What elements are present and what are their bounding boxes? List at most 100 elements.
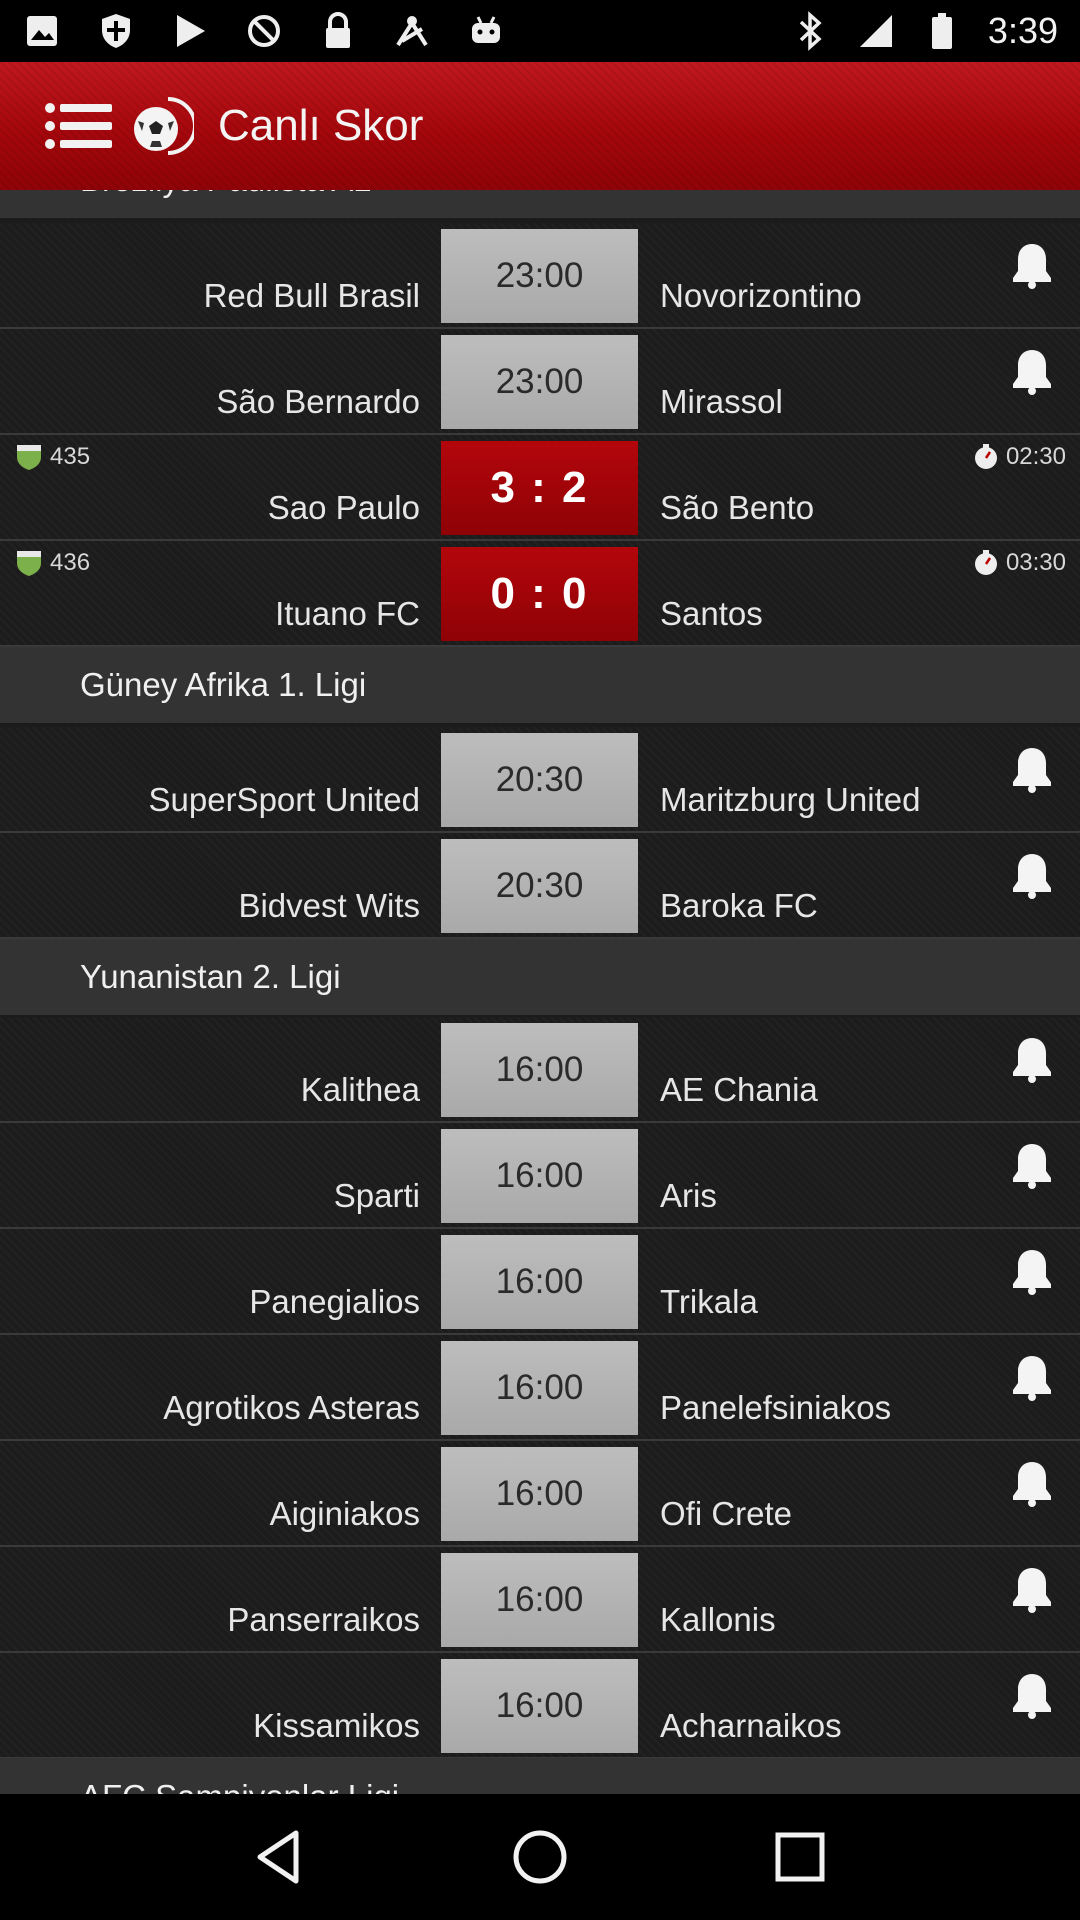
kickoff-time: 16:00 — [441, 1659, 638, 1753]
home-icon[interactable] — [495, 1812, 585, 1902]
away-team: Santos — [660, 595, 763, 632]
away-team: Maritzburg United — [660, 781, 921, 818]
bell-icon[interactable] — [1010, 241, 1054, 289]
league-header[interactable]: Güney Afrika 1. Ligi — [0, 647, 1080, 723]
match-row[interactable]: Bidvest Wits 20:30 Baroka FC — [0, 833, 1080, 939]
home-team: São Bernardo — [216, 383, 420, 420]
league-header[interactable]: AFC Şampiyonlar Ligi — [0, 1758, 1080, 1794]
home-team: Panegialios — [249, 1283, 420, 1320]
fax-icon — [392, 11, 432, 51]
league-badge-icon — [17, 551, 41, 576]
bell-icon[interactable] — [1010, 347, 1054, 395]
stopwatch-icon — [974, 550, 997, 575]
navigation-bar — [0, 1794, 1080, 1920]
kickoff-time: 16:00 — [441, 1129, 638, 1223]
recents-icon[interactable] — [755, 1812, 845, 1902]
match-row[interactable]: Panserraikos 16:00 Kallonis — [0, 1547, 1080, 1653]
home-team: Ituano FC — [275, 595, 420, 632]
match-row-live[interactable]: 436 03:30 Ituano FC 0 : 0 Santos — [0, 541, 1080, 647]
status-bar: 3:39 — [0, 0, 1080, 62]
app-bar: Canlı Skor — [0, 62, 1080, 190]
match-row[interactable]: São Bernardo 23:00 Mirassol — [0, 329, 1080, 435]
bell-icon[interactable] — [1010, 1247, 1054, 1295]
home-team: Kalithea — [300, 1071, 420, 1108]
league-title: Yunanistan 2. Ligi — [80, 958, 341, 995]
live-score: 3 : 2 — [441, 441, 638, 535]
match-row[interactable]: Sparti 16:00 Aris — [0, 1123, 1080, 1229]
match-row[interactable]: Kalithea 16:00 AE Chania — [0, 1017, 1080, 1123]
bell-icon[interactable] — [1010, 1035, 1054, 1083]
kickoff-time: 16:00 — [441, 1341, 638, 1435]
menu-icon[interactable] — [44, 96, 114, 156]
app-title: Canlı Skor — [218, 101, 424, 150]
match-minute: 02:30 — [972, 443, 1066, 471]
status-time: 3:39 — [987, 10, 1058, 51]
match-id: 436 — [14, 549, 90, 577]
battery-icon — [922, 11, 962, 51]
shield-icon — [96, 11, 136, 51]
play-store-icon — [170, 11, 210, 51]
home-team: Aiginiakos — [269, 1495, 420, 1532]
back-icon[interactable] — [235, 1812, 325, 1902]
away-team: São Bento — [660, 489, 815, 526]
home-team: Red Bull Brasil — [203, 277, 420, 314]
match-row[interactable]: Agrotikos Asteras 16:00 Panelefsiniakos — [0, 1335, 1080, 1441]
away-team: Kallonis — [660, 1601, 776, 1638]
away-team: Aris — [660, 1177, 717, 1214]
signal-icon — [856, 11, 896, 51]
bell-icon[interactable] — [1010, 1353, 1054, 1401]
bell-icon[interactable] — [1010, 851, 1054, 899]
bluetooth-icon — [790, 11, 830, 51]
league-header[interactable]: Brezilya Paulista A1 — [0, 190, 1080, 218]
match-row-live[interactable]: 435 02:30 Sao Paulo 3 : 2 São Bento — [0, 435, 1080, 541]
away-team: Ofi Crete — [660, 1495, 793, 1532]
league-title: Brezilya Paulista A1 — [80, 190, 372, 199]
match-row[interactable]: SuperSport United 20:30 Maritzburg Unite… — [0, 727, 1080, 833]
stopwatch-icon — [974, 444, 997, 469]
kickoff-time: 16:00 — [441, 1447, 638, 1541]
soccer-ball-icon — [128, 93, 197, 159]
home-team: Panserraikos — [227, 1601, 420, 1638]
bell-icon[interactable] — [1010, 1141, 1054, 1189]
match-id: 435 — [14, 443, 90, 471]
away-team: Baroka FC — [660, 887, 818, 924]
league-title: Güney Afrika 1. Ligi — [80, 666, 367, 703]
match-row[interactable]: Panegialios 16:00 Trikala — [0, 1229, 1080, 1335]
alarm-off-icon — [244, 11, 284, 51]
league-header[interactable]: Yunanistan 2. Ligi — [0, 939, 1080, 1015]
bell-icon[interactable] — [1010, 1459, 1054, 1507]
away-team: Panelefsiniakos — [660, 1389, 892, 1426]
kickoff-time: 20:30 — [441, 839, 638, 933]
image-icon — [22, 11, 62, 51]
away-team: Acharnaikos — [660, 1707, 842, 1744]
away-team: Mirassol — [660, 383, 783, 420]
kickoff-time: 23:00 — [441, 229, 638, 323]
home-team: Sao Paulo — [267, 489, 420, 526]
android-icon — [466, 11, 506, 51]
match-row[interactable]: Kissamikos 16:00 Acharnaikos — [0, 1653, 1080, 1759]
bell-icon[interactable] — [1010, 745, 1054, 793]
match-minute: 03:30 — [972, 549, 1066, 577]
kickoff-time: 20:30 — [441, 733, 638, 827]
home-team: Agrotikos Asteras — [163, 1389, 420, 1426]
lock-icon — [318, 11, 358, 51]
kickoff-time: 16:00 — [441, 1553, 638, 1647]
league-title: AFC Şampiyonlar Ligi — [80, 1778, 399, 1794]
live-score: 0 : 0 — [441, 547, 638, 641]
match-list[interactable]: Brezilya Paulista A1 Red Bull Brasil 23:… — [0, 190, 1080, 1794]
away-team: Novorizontino — [660, 277, 862, 314]
kickoff-time: 23:00 — [441, 335, 638, 429]
away-team: Trikala — [660, 1283, 758, 1320]
away-team: AE Chania — [660, 1071, 818, 1108]
kickoff-time: 16:00 — [441, 1235, 638, 1329]
bell-icon[interactable] — [1010, 1565, 1054, 1613]
home-team: SuperSport United — [148, 781, 421, 818]
home-team: Sparti — [333, 1177, 420, 1214]
league-badge-icon — [17, 445, 41, 470]
bell-icon[interactable] — [1010, 1671, 1054, 1719]
home-team: Kissamikos — [253, 1707, 420, 1744]
match-row[interactable]: Red Bull Brasil 23:00 Novorizontino — [0, 223, 1080, 329]
match-row[interactable]: Aiginiakos 16:00 Ofi Crete — [0, 1441, 1080, 1547]
kickoff-time: 16:00 — [441, 1023, 638, 1117]
home-team: Bidvest Wits — [238, 887, 420, 924]
